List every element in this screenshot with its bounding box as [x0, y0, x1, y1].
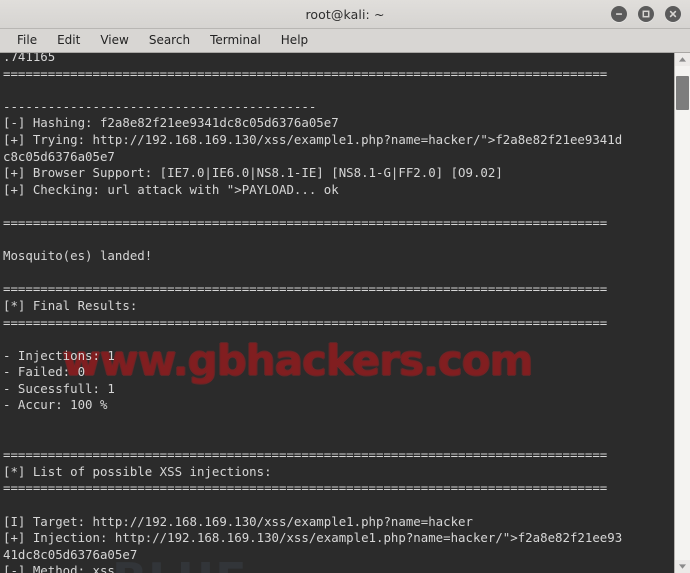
window-controls: [611, 0, 681, 28]
menu-item-file[interactable]: File: [8, 31, 46, 50]
terminal-line: ========================================…: [3, 314, 608, 330]
terminal-line: ========================================…: [3, 214, 608, 230]
terminal-line: ========================================…: [3, 480, 608, 496]
terminal-line: [-] Method: xss: [3, 563, 115, 573]
terminal-line: [+] Checking: url attack with ">PAYLOAD.…: [3, 181, 339, 197]
terminal-line: - Failed: 0: [3, 364, 86, 380]
scrollbar-thumb[interactable]: [676, 75, 689, 111]
terminal-output-area[interactable]: www.gbhackers.com BLUE .741165==========…: [0, 53, 674, 573]
terminal-line: ========================================…: [3, 281, 608, 297]
terminal-line: - Accur: 100 %: [3, 397, 108, 413]
title-bar: root@kali: ~: [0, 0, 690, 29]
chevron-down-icon: [679, 564, 686, 569]
menu-item-search[interactable]: Search: [140, 31, 199, 50]
close-button[interactable]: [665, 6, 681, 22]
maximize-button[interactable]: [638, 6, 654, 22]
close-icon: [669, 10, 677, 18]
menu-item-terminal[interactable]: Terminal: [201, 31, 270, 50]
minimize-icon: [616, 13, 622, 15]
terminal-line: ========================================…: [3, 65, 608, 81]
terminal-line: [I] Target: http://192.168.169.130/xss/e…: [3, 513, 473, 529]
scroll-up-button[interactable]: [675, 53, 690, 66]
terminal-text: .741165 =================================…: [3, 53, 674, 573]
terminal-line: [-] Hashing: f2a8e82f21ee9341dc8c05d6376…: [3, 115, 339, 131]
scroll-down-button[interactable]: [675, 560, 690, 573]
terminal-line: c8c05d6376a05e7: [3, 148, 115, 164]
terminal-line: - Injections: 1: [3, 347, 115, 363]
chevron-up-icon: [679, 57, 686, 62]
menu-item-edit[interactable]: Edit: [48, 31, 89, 50]
terminal-line: [*] List of possible XSS injections:: [3, 463, 272, 479]
terminal-line: ========================================…: [3, 447, 608, 463]
menu-bar: File Edit View Search Terminal Help: [0, 29, 690, 53]
terminal-line: [*] Final Results:: [3, 297, 138, 313]
menu-item-view[interactable]: View: [91, 31, 137, 50]
maximize-icon: [642, 10, 650, 18]
terminal-line: [+] Trying: http://192.168.169.130/xss/e…: [3, 131, 623, 147]
terminal-line: Mosquito(es) landed!: [3, 248, 153, 264]
terminal-line: - Sucessfull: 1: [3, 380, 115, 396]
terminal-body: www.gbhackers.com BLUE .741165==========…: [0, 53, 690, 573]
vertical-scrollbar[interactable]: [674, 53, 690, 573]
terminal-line: ----------------------------------------…: [3, 98, 317, 114]
menu-item-help[interactable]: Help: [272, 31, 317, 50]
terminal-line: 41dc8c05d6376a05e7: [3, 546, 138, 562]
window-title: root@kali: ~: [305, 6, 385, 22]
terminal-window: root@kali: ~ File Edit View Search Termi…: [0, 0, 690, 573]
minimize-button[interactable]: [611, 6, 627, 22]
scrollbar-track[interactable]: [675, 66, 690, 560]
terminal-line: [+] Browser Support: [IE7.0|IE6.0|NS8.1-…: [3, 165, 503, 181]
terminal-line: [+] Injection: http://192.168.169.130/xs…: [3, 530, 623, 546]
terminal-line: .741165: [3, 53, 56, 64]
